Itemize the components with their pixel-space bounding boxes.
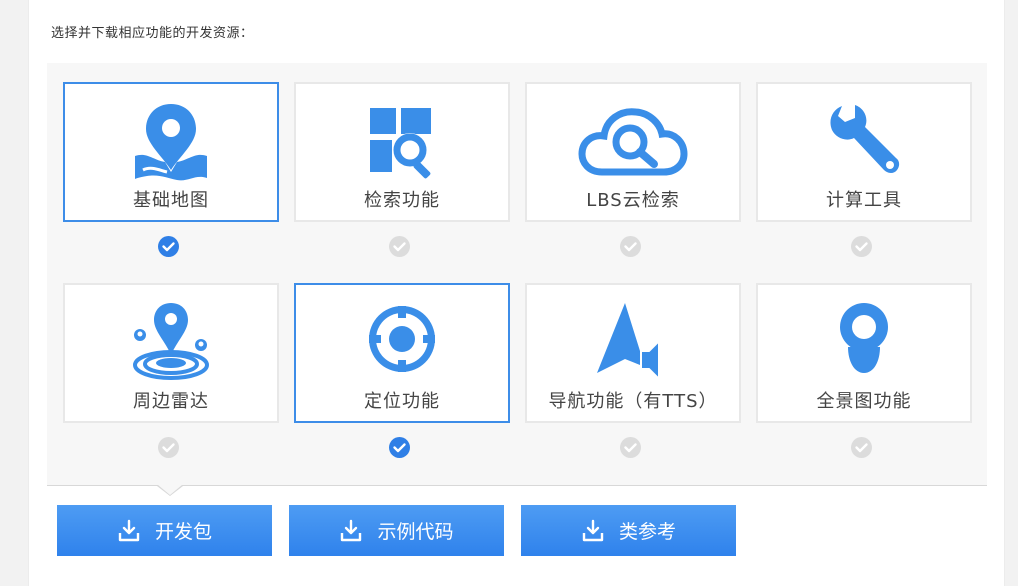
download-sdk-label: 开发包: [154, 521, 212, 543]
feature-label: 导航功能（有TTS）: [548, 391, 718, 412]
download-sample-code-button[interactable]: 示例代码: [289, 505, 504, 556]
feature-card-navigation[interactable]: 导航功能（有TTS）: [525, 283, 741, 423]
checkmark-icon: [624, 242, 637, 252]
cloud-search-icon: [578, 100, 688, 184]
map-pin-icon: [129, 100, 213, 184]
download-sdk-button[interactable]: 开发包: [57, 505, 272, 556]
feature-card-panorama[interactable]: 全景图功能: [756, 283, 972, 423]
feature-card-calc-tools[interactable]: 计算工具: [756, 82, 972, 222]
checkmark-icon: [393, 242, 406, 252]
feature-label: 检索功能: [364, 190, 440, 211]
download-class-reference-label: 类参考: [618, 521, 676, 543]
checkbox-lbs-cloud[interactable]: [620, 236, 641, 257]
feature-label: 定位功能: [364, 391, 440, 412]
checkbox-locate[interactable]: [389, 437, 410, 458]
checkmark-icon: [855, 443, 868, 453]
locate-target-icon: [360, 301, 444, 385]
feature-label: 全景图功能: [816, 391, 912, 412]
checkbox-panorama[interactable]: [851, 437, 872, 458]
checkmark-icon: [624, 443, 637, 453]
wrench-icon: [822, 100, 906, 184]
download-class-reference-button[interactable]: 类参考: [521, 505, 736, 556]
checkbox-search[interactable]: [389, 236, 410, 257]
navigation-arrow-icon: [591, 301, 675, 385]
intro-text: 选择并下载相应功能的开发资源：: [51, 26, 254, 41]
checkbox-calc-tools[interactable]: [851, 236, 872, 257]
feature-card-basic-map[interactable]: 基础地图: [63, 82, 279, 222]
feature-label: 周边雷达: [133, 391, 209, 412]
feature-card-radar[interactable]: 周边雷达: [63, 283, 279, 423]
download-icon: [117, 519, 141, 543]
feature-label: 计算工具: [826, 190, 902, 211]
feature-card-lbs-cloud[interactable]: LBS云检索: [525, 82, 741, 222]
panorama-icon: [822, 301, 906, 385]
download-sample-code-label: 示例代码: [377, 521, 454, 543]
feature-card-locate[interactable]: 定位功能: [294, 283, 510, 423]
checkbox-radar[interactable]: [158, 437, 179, 458]
download-panel: 选择并下载相应功能的开发资源： 基础地图 检索功能 LBS云检索 计算工具 周边…: [28, 0, 1005, 586]
checkbox-navigation[interactable]: [620, 437, 641, 458]
checkmark-icon: [162, 443, 175, 453]
checkmark-icon: [855, 242, 868, 252]
download-icon: [339, 519, 363, 543]
selection-pointer: [157, 485, 183, 496]
checkmark-icon: [393, 443, 406, 453]
download-icon: [581, 519, 605, 543]
search-grid-icon: [360, 100, 444, 184]
feature-label: LBS云检索: [586, 190, 680, 211]
feature-label: 基础地图: [133, 190, 209, 211]
feature-card-search[interactable]: 检索功能: [294, 82, 510, 222]
radar-pin-icon: [129, 301, 213, 385]
feature-grid: 基础地图 检索功能 LBS云检索 计算工具 周边雷达 定位功能 导航功能（有TT…: [47, 63, 987, 496]
checkbox-basic-map[interactable]: [158, 236, 179, 257]
checkmark-icon: [162, 242, 175, 252]
